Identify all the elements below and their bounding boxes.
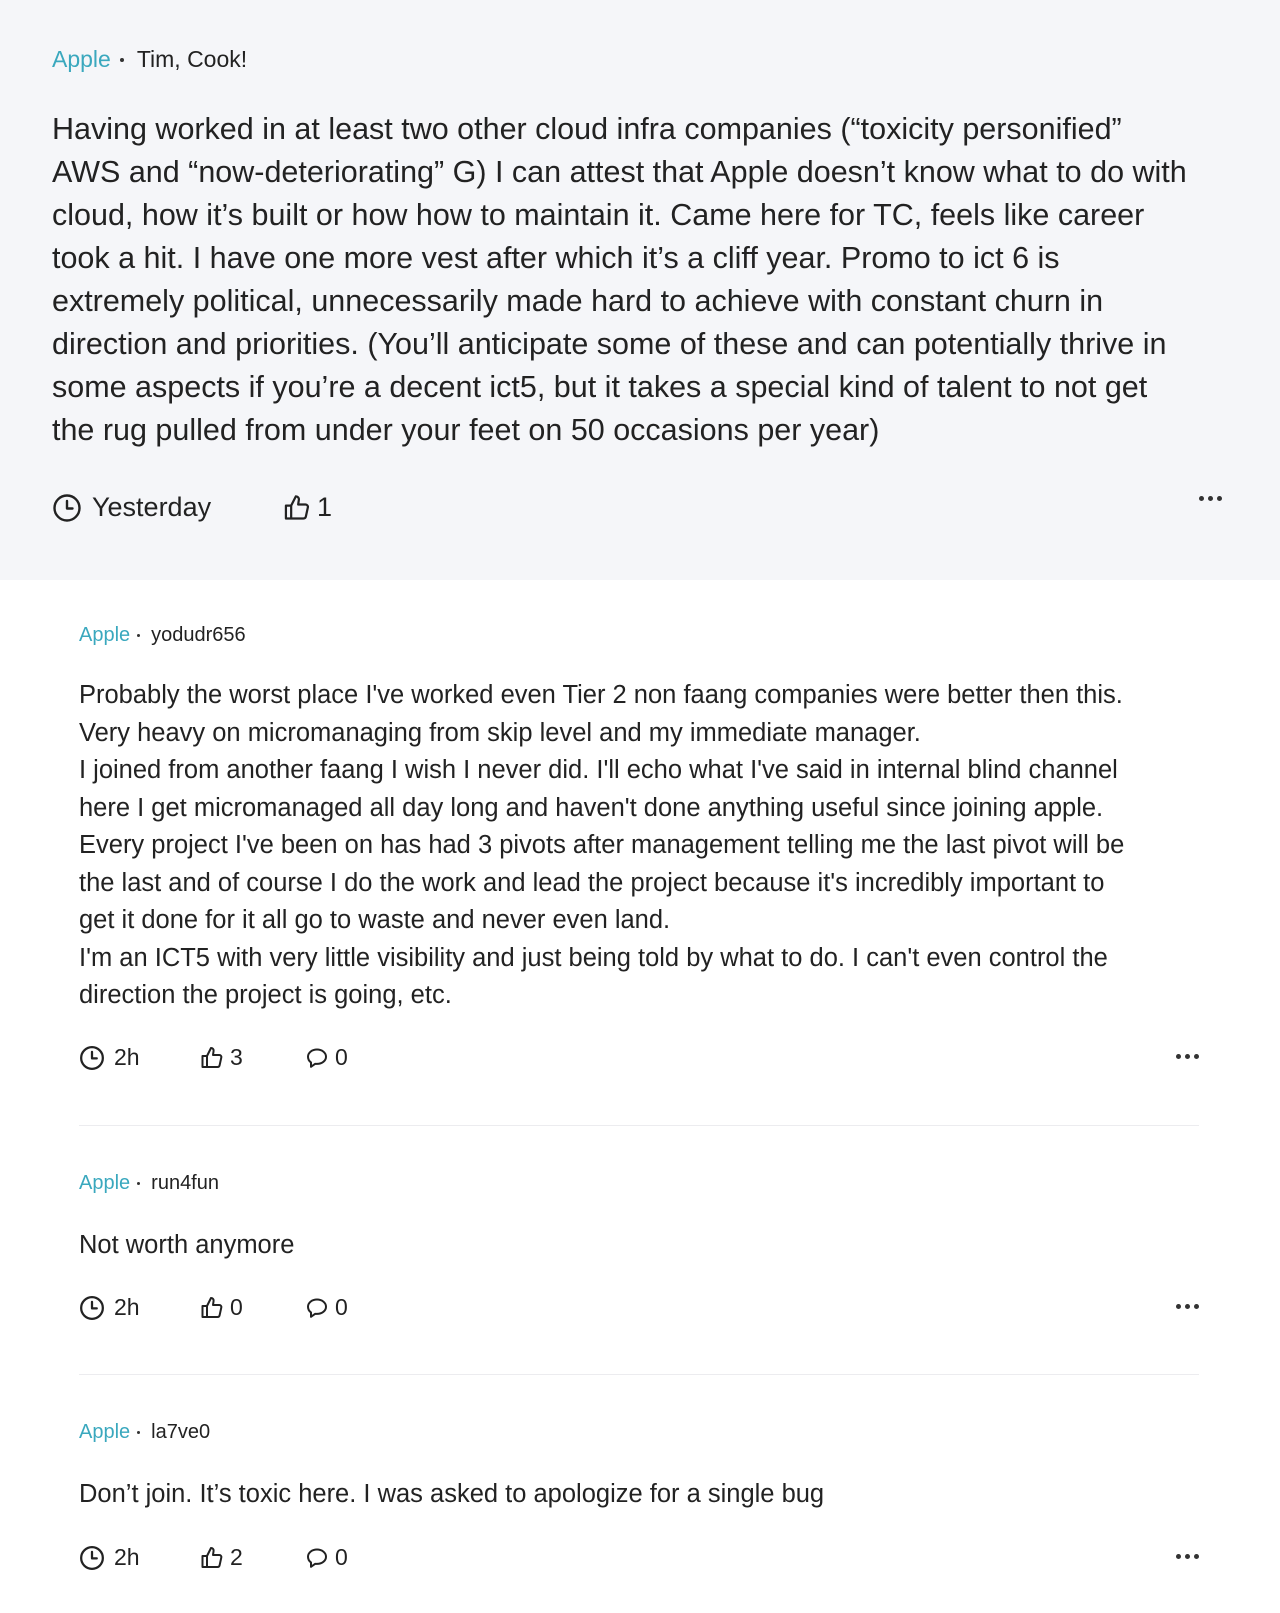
comment-footer: 2h 0 0 (79, 1294, 1199, 1326)
comment-meta: Apple run4fun (79, 1172, 219, 1195)
reply-button[interactable]: 0 (305, 1294, 348, 1321)
company-link[interactable]: Apple (52, 46, 111, 73)
author-name[interactable]: Tim, Cook! (137, 46, 247, 73)
comment-footer: 2h 3 0 (79, 1044, 1199, 1076)
comment-body-line: Every project I've been on has had 3 piv… (79, 831, 1125, 859)
post-footer: Yesterday 1 (52, 489, 1222, 529)
main-post: Apple Tim, Cook! Having worked in at lea… (0, 0, 1280, 580)
comment-body-line: I joined from another faang I wish I nev… (79, 756, 1118, 784)
clock-icon (80, 1545, 104, 1570)
post-body-line: AWS and “now-deteriorating” G) I can att… (52, 155, 1187, 189)
author-name[interactable]: la7ve0 (151, 1421, 210, 1444)
comment-meta: Apple la7ve0 (79, 1421, 210, 1444)
clock-icon (80, 1295, 104, 1320)
comment-body-line: get it done for it all go to waste and n… (79, 906, 671, 934)
like-count: 0 (230, 1294, 243, 1320)
separator-dot (137, 1182, 141, 1185)
time-label: Yesterday (92, 492, 212, 522)
author-name[interactable]: run4fun (151, 1172, 219, 1195)
time-label: 2h (114, 1544, 140, 1570)
comment-body-line: here I get micromanaged all day long and… (79, 793, 1104, 822)
more-options-icon[interactable] (1176, 1304, 1199, 1309)
like-button[interactable]: 3 (200, 1044, 243, 1071)
comment-body-line: the last and of course I do the work and… (79, 868, 1105, 897)
clock-icon (53, 493, 81, 522)
comment-body-line: Not worth anymore (79, 1231, 295, 1259)
comment-bubble-icon (307, 1048, 327, 1068)
post-body: Having worked in at least two other clou… (52, 108, 1232, 452)
post-body-line: some aspects if you’re a decent ict5, bu… (52, 370, 1148, 404)
thumbs-up-icon (201, 1296, 223, 1318)
post-body-line: the rug pulled from under your feet on 5… (52, 413, 880, 447)
reply-count: 0 (335, 1544, 348, 1570)
post-body-line: Having worked in at least two other clou… (52, 112, 1122, 146)
post-body-line: took a hit. I have one more vest after w… (52, 241, 1060, 275)
comment-body: Don’t join. It’s toxic here. I was asked… (79, 1476, 1199, 1514)
more-options-icon[interactable] (1199, 496, 1222, 501)
comment-body-line: Don’t join. It’s toxic here. I was asked… (79, 1480, 825, 1508)
comment-item: Apple run4fun Not worth anymore 2h 0 0 (79, 1172, 1199, 1322)
comment-bubble-icon (307, 1298, 327, 1318)
comment-bubble-icon (307, 1548, 327, 1568)
comment-item: Apple yodudr656 Probably the worst place… (79, 624, 1199, 1070)
post-meta: Apple Tim, Cook! (52, 46, 247, 73)
comment-divider (79, 1125, 1199, 1126)
like-count: 1 (317, 492, 333, 522)
comment-time: 2h (79, 1294, 140, 1321)
comment-meta: Apple yodudr656 (79, 624, 246, 647)
post-time: Yesterday (52, 492, 211, 523)
comment-body: Not worth anymore (79, 1227, 1199, 1265)
company-link[interactable]: Apple (79, 1172, 130, 1195)
post-body-line: cloud, how it’s built or how how to main… (52, 198, 1145, 232)
thumbs-up-icon (201, 1046, 223, 1068)
comment-body-line: Probably the worst place I've worked eve… (79, 681, 1123, 709)
separator-dot (119, 57, 124, 62)
company-link[interactable]: Apple (79, 624, 130, 647)
comment-body-line: Very heavy on micromanaging from skip le… (79, 718, 921, 747)
comment-item: Apple la7ve0 Don’t join. It’s toxic here… (79, 1421, 1199, 1571)
reply-count: 0 (335, 1294, 348, 1320)
reply-button[interactable]: 0 (305, 1544, 348, 1571)
thumbs-up-icon (201, 1546, 223, 1568)
reply-count: 0 (335, 1044, 348, 1070)
more-options-icon[interactable] (1176, 1554, 1199, 1559)
post-body-line: direction and priorities. (You’ll antici… (52, 327, 1167, 361)
thumbs-up-icon (284, 494, 310, 520)
reply-button[interactable]: 0 (305, 1044, 348, 1071)
like-button[interactable]: 2 (200, 1544, 243, 1571)
time-label: 2h (114, 1044, 140, 1070)
separator-dot (137, 634, 141, 637)
comment-footer: 2h 2 0 (79, 1544, 1199, 1576)
comment-divider (79, 1374, 1199, 1375)
author-name[interactable]: yodudr656 (151, 624, 246, 647)
separator-dot (137, 1431, 141, 1434)
company-link[interactable]: Apple (79, 1421, 130, 1444)
like-count: 2 (230, 1544, 243, 1570)
clock-icon (80, 1045, 104, 1070)
comment-time: 2h (79, 1544, 140, 1571)
like-button[interactable]: 1 (283, 492, 332, 523)
like-button[interactable]: 0 (200, 1294, 243, 1321)
time-label: 2h (114, 1294, 140, 1320)
comment-time: 2h (79, 1044, 140, 1071)
comment-body: Probably the worst place I've worked eve… (79, 677, 1199, 1015)
comment-body-line: I'm an ICT5 with very little visibility … (79, 943, 1108, 972)
post-body-line: extremely political, unnecessarily made … (52, 284, 1104, 318)
more-options-icon[interactable] (1176, 1054, 1199, 1059)
comment-body-line: direction the project is going, etc. (79, 981, 452, 1009)
like-count: 3 (230, 1044, 243, 1070)
